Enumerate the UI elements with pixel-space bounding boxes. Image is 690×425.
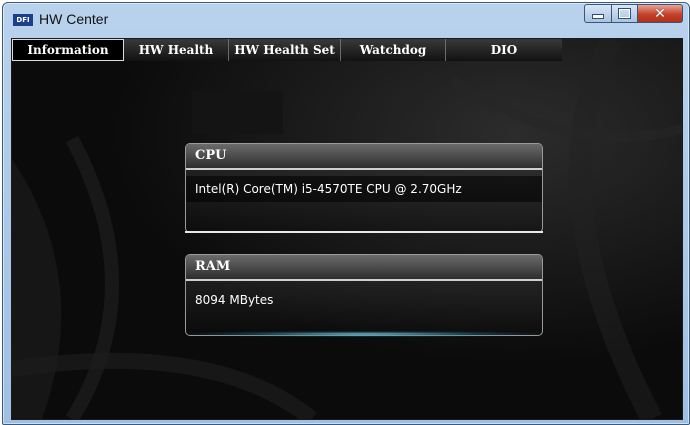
ram-panel-title: RAM — [186, 255, 542, 281]
client-area: Information HW Health HW Health Set Watc… — [11, 38, 683, 420]
close-icon: ✕ — [654, 5, 666, 22]
tab-hw-health-set[interactable]: HW Health Set — [229, 39, 341, 61]
cpu-value: Intel(R) Core(TM) i5-4570TE CPU @ 2.70GH… — [186, 176, 542, 202]
dfi-logo-icon: DFI — [13, 14, 33, 26]
minimize-button[interactable] — [584, 4, 611, 23]
ram-value: 8094 MBytes — [195, 293, 274, 307]
ram-panel-glow — [186, 331, 542, 337]
ram-panel: RAM 8094 MBytes — [185, 254, 543, 337]
minimize-icon — [592, 14, 604, 19]
window-title: HW Center — [39, 11, 109, 27]
tab-hw-health[interactable]: HW Health — [124, 39, 229, 61]
tab-dio[interactable]: DIO — [446, 39, 562, 61]
app-window: DFI HW Center ✕ Information HW Health HW… — [2, 2, 690, 425]
maximize-button[interactable] — [611, 4, 637, 23]
logo-placeholder — [192, 91, 283, 134]
cpu-panel: CPU Intel(R) Core(TM) i5-4570TE CPU @ 2.… — [185, 143, 543, 233]
cpu-panel-divider — [185, 231, 543, 233]
cpu-panel-title: CPU — [186, 144, 542, 170]
title-bar[interactable]: DFI HW Center ✕ — [3, 3, 689, 37]
tab-bar: Information HW Health HW Health Set Watc… — [12, 39, 562, 61]
tab-information[interactable]: Information — [12, 39, 124, 61]
caption-buttons: ✕ — [584, 4, 683, 24]
maximize-icon — [618, 8, 631, 19]
close-button[interactable]: ✕ — [637, 4, 683, 23]
tab-watchdog[interactable]: Watchdog — [341, 39, 446, 61]
